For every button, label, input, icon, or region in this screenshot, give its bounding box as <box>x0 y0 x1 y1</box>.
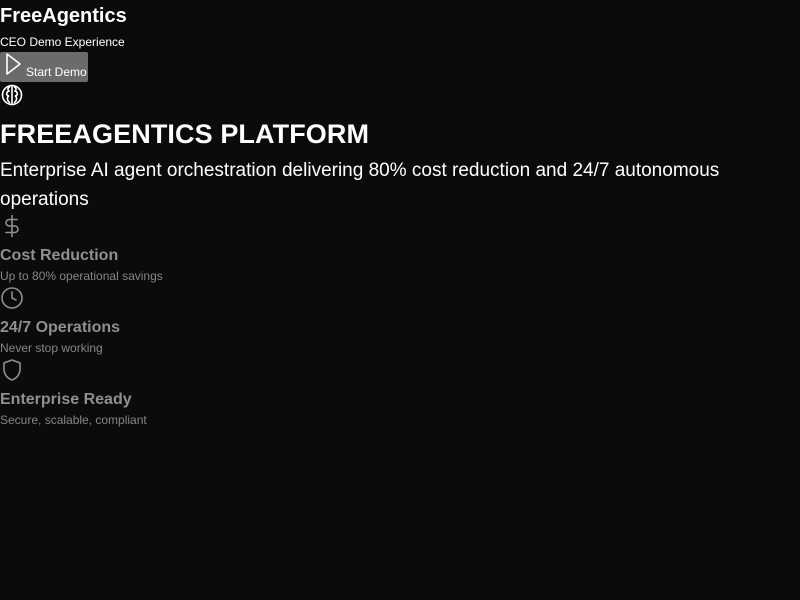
start-demo-label: Start Demo <box>26 65 87 79</box>
start-demo-button[interactable]: Start Demo <box>0 52 88 82</box>
dollar-icon <box>0 214 24 238</box>
hero-subtitle: Enterprise AI agent orchestration delive… <box>0 160 720 210</box>
feature-title: Enterprise Ready <box>0 391 132 408</box>
feature-description: Up to 80% operational savings <box>0 269 163 283</box>
feature-title: Cost Reduction <box>0 247 119 264</box>
shield-icon <box>0 358 24 382</box>
brain-icon <box>0 83 24 107</box>
clock-icon <box>0 286 24 310</box>
hero-title: FREEAGENTICS PLATFORM <box>0 119 370 149</box>
feature-description: Never stop working <box>0 341 103 355</box>
play-icon <box>3 52 23 76</box>
feature-title: 24/7 Operations <box>0 319 121 336</box>
feature-description: Secure, scalable, compliant <box>0 413 147 427</box>
page: FreeAgentics CEO Demo Experience Start D… <box>0 0 800 600</box>
brand-subtitle: CEO Demo Experience <box>0 35 125 49</box>
brand-title: FreeAgentics <box>0 5 127 27</box>
